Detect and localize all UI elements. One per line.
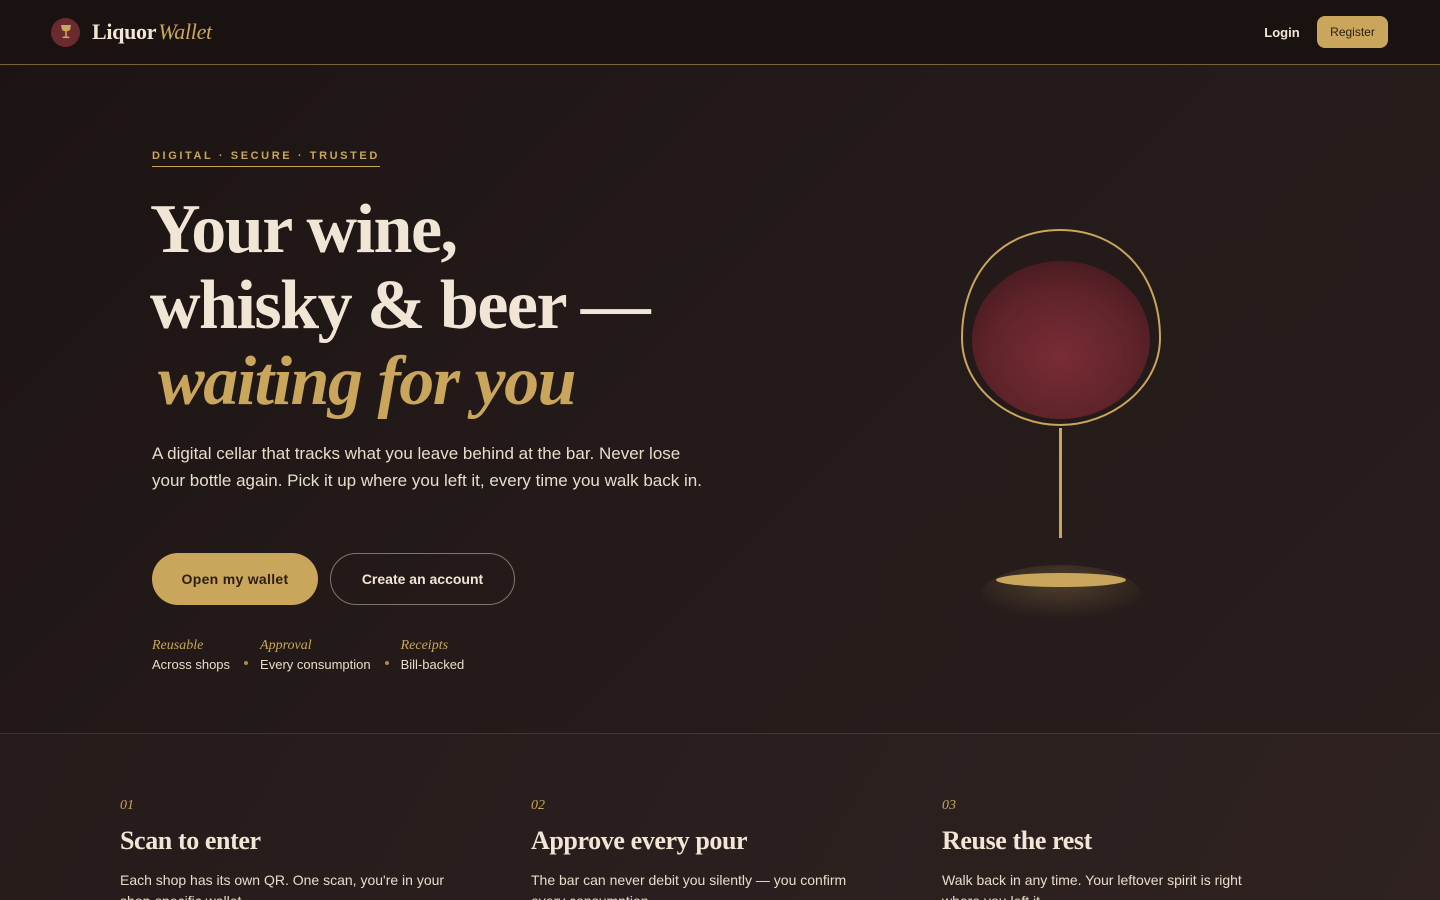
headline-accent: waiting for you (158, 343, 577, 420)
step-card: 03 Reuse the rest Walk back in any time.… (942, 798, 1282, 900)
feature-title: Receipts (400, 638, 449, 653)
wine-glass-illustration (960, 228, 1162, 625)
step-number: 03 (942, 798, 956, 813)
hero-headline: Your wine, whisky & beer — waiting for y… (150, 192, 850, 420)
step-title: Approve every pour (531, 826, 748, 855)
step-title: Reuse the rest (942, 826, 1092, 855)
top-nav: Liquor Wallet Login Register (0, 0, 1440, 65)
step-title: Scan to enter (120, 826, 261, 855)
create-account-button[interactable]: Create an account (330, 553, 515, 605)
feature-subtitle: Across shops (152, 657, 231, 672)
register-button[interactable]: Register (1317, 16, 1388, 48)
open-wallet-button[interactable]: Open my wallet (152, 553, 318, 605)
hero-description: A digital cellar that tracks what you le… (152, 444, 702, 490)
brand-name-accent: Wallet (158, 19, 212, 44)
step-description: Walk back in any time. Your leftover spi… (942, 872, 1242, 900)
step-card: 02 Approve every pour The bar can never … (531, 798, 871, 900)
feature-reusable: Reusable Across shops (152, 637, 230, 674)
feature-subtitle: Every consumption (260, 657, 371, 672)
feature-title: Approval (260, 638, 312, 653)
landing-page: Liquor Wallet Login Register DIGITAL · S… (0, 0, 1440, 900)
step-number: 01 (120, 798, 134, 813)
step-description: Each shop has its own QR. One scan, you'… (120, 872, 445, 900)
brand-name: Liquor (92, 19, 157, 44)
hero-features: Reusable Across shops Approval Every con… (152, 637, 464, 674)
feature-approval: Approval Every consumption (260, 637, 371, 674)
feature-separator (244, 660, 249, 665)
login-link[interactable]: Login (1258, 20, 1306, 44)
headline-line-2: whisky & beer — (150, 267, 651, 344)
step-number: 02 (531, 798, 545, 813)
step-description: The bar can never debit you silently — y… (531, 872, 847, 900)
feature-separator (384, 660, 389, 665)
step-card: 01 Scan to enter Each shop has its own Q… (120, 798, 460, 900)
headline-line-1: Your wine, (150, 191, 458, 268)
wine-glass-icon (51, 17, 80, 47)
feature-title: Reusable (152, 638, 204, 653)
hero-eyebrow: DIGITAL · SECURE · TRUSTED (152, 150, 380, 167)
feature-subtitle: Bill-backed (400, 657, 465, 672)
how-it-works-section: 01 Scan to enter Each shop has its own Q… (0, 733, 1440, 900)
feature-receipts: Receipts Bill-backed (401, 637, 465, 674)
brand-logo[interactable]: Liquor Wallet (51, 16, 212, 48)
